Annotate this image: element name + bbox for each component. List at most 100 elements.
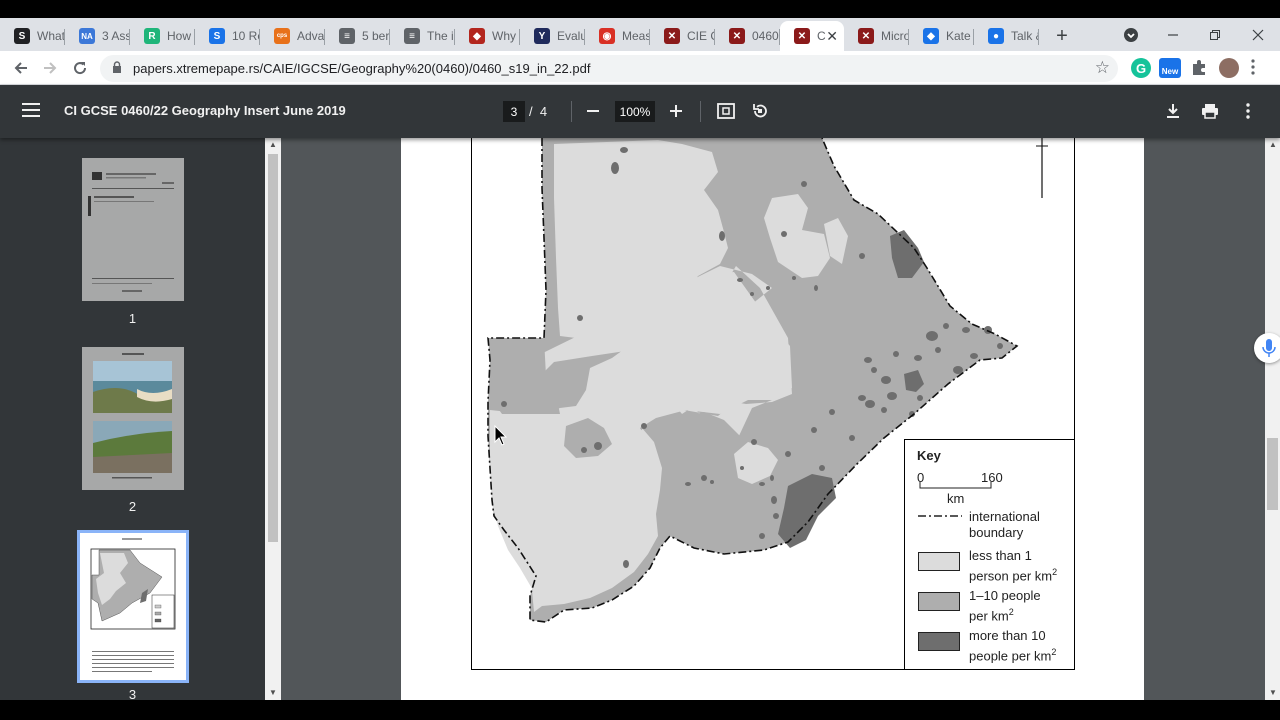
page-separator: / (529, 104, 533, 119)
tab-strip: S What NA 3 Ass R How S 10 Re cps Adva ≡ 5 ber ≡ The … (0, 18, 1280, 51)
key-item-low: less than 1 person per km2 (969, 548, 1057, 584)
address-bar[interactable]: papers.xtremepape.rs/CAIE/IGCSE/Geograph… (100, 55, 1118, 82)
key-item-high: more than 10 people per km2 (969, 628, 1056, 664)
cps-icon: cps (274, 28, 290, 44)
tab-title: Evalu (557, 29, 585, 43)
browser-tab[interactable]: S What (0, 21, 65, 51)
tab-title: How (167, 29, 192, 43)
browser-tab[interactable]: cps Adva (260, 21, 325, 51)
download-icon[interactable] (1160, 98, 1186, 124)
zoom-in-icon[interactable] (663, 98, 689, 124)
browser-tab[interactable]: R How (130, 21, 195, 51)
grammarly-icon[interactable]: G (1131, 58, 1151, 78)
y-icon: Y (534, 28, 550, 44)
close-tab-icon[interactable]: ✕ (826, 28, 838, 45)
tab-title: C (817, 29, 826, 43)
r-icon: R (144, 28, 160, 44)
tab-title: Meas (622, 29, 650, 43)
doc-icon: ≡ (339, 28, 355, 44)
new-tab-button[interactable]: + (1045, 21, 1079, 51)
doc-icon: ≡ (404, 28, 420, 44)
pdf-more-icon[interactable] (1235, 98, 1261, 124)
key-label: less than 1 (969, 548, 1032, 563)
viewer-scrollbar[interactable]: ▲ ▼ (1265, 138, 1280, 700)
scroll-down-icon[interactable]: ▼ (1269, 688, 1277, 697)
total-pages: 4 (539, 104, 548, 119)
scale-bar (919, 482, 992, 489)
browser-tab[interactable]: NA 3 Ass (65, 21, 130, 51)
browser-tab[interactable]: ≡ 5 ber (325, 21, 390, 51)
document-title: CI GCSE 0460/22 Geography Insert June 20… (64, 103, 346, 118)
svg-text:G: G (1136, 61, 1146, 76)
zoom-level-input[interactable]: 100% (615, 101, 655, 122)
browser-tab[interactable]: ✕ C ✕ (780, 21, 844, 51)
xp-icon: ✕ (729, 28, 745, 44)
browser-tab[interactable]: ◉ Meas (585, 21, 650, 51)
bookmark-star-icon[interactable]: ☆ (1095, 58, 1110, 78)
browser-tab[interactable]: ✕ Micro (844, 21, 909, 51)
restore-icon[interactable] (1194, 18, 1236, 51)
tab-title: Why (492, 29, 516, 43)
key-label: more than 10 (969, 628, 1046, 643)
sidebar-menu-icon[interactable] (22, 103, 40, 117)
extensions-puzzle-icon[interactable] (1190, 58, 1210, 78)
sidebar-scrollbar[interactable]: ▲ ▼ (265, 138, 281, 700)
fit-page-icon[interactable] (713, 98, 739, 124)
na-icon: NA (79, 28, 95, 44)
browser-tab[interactable]: Y Evalu (520, 21, 585, 51)
browser-menu-icon[interactable] (1250, 58, 1260, 78)
key-title: Key (917, 448, 941, 463)
swatch-low (918, 552, 960, 571)
rotate-icon[interactable] (747, 98, 773, 124)
tab-title: What (37, 29, 65, 43)
page-thumbnail-3[interactable] (77, 530, 189, 683)
xp-icon: ✕ (858, 28, 874, 44)
browser-tab[interactable]: ✕ 0460 (715, 21, 780, 51)
key-item-mid: 1–10 people per km2 (969, 588, 1041, 624)
tab-title: 5 ber (362, 29, 390, 43)
tab-search-icon[interactable] (1110, 18, 1152, 51)
new-extension-icon[interactable]: New (1159, 58, 1181, 78)
key-item-boundary: international boundary (969, 509, 1040, 541)
forward-icon[interactable] (37, 55, 63, 81)
key-label-2: people per km (969, 648, 1052, 664)
back-icon[interactable] (8, 55, 34, 81)
scroll-up-icon[interactable]: ▲ (269, 140, 277, 149)
print-icon[interactable] (1197, 98, 1223, 124)
screen-bottom-border (0, 700, 1280, 720)
scale-unit: km (947, 491, 965, 506)
tab-title: Talk & (1011, 29, 1039, 43)
minimize-icon[interactable] (1152, 18, 1194, 51)
browser-tab[interactable]: ◆ Why (455, 21, 520, 51)
xp-icon: ✕ (794, 28, 810, 44)
shield-icon: ◆ (469, 28, 485, 44)
s-icon: S (14, 28, 30, 44)
key-label: 1–10 people (969, 588, 1041, 603)
url-text: papers.xtremepape.rs/CAIE/IGCSE/Geograph… (133, 61, 591, 76)
voice-mic-icon[interactable] (1254, 333, 1280, 363)
sidebar-scroll-thumb[interactable] (268, 154, 278, 542)
tab-title: Adva (297, 29, 325, 43)
scroll-up-icon[interactable]: ▲ (1269, 140, 1277, 149)
browser-tab[interactable]: ≡ The ir (390, 21, 455, 51)
tab-title: Micro (881, 29, 909, 43)
viewer-scroll-thumb[interactable] (1267, 438, 1278, 510)
toolbar-divider (571, 101, 572, 122)
new-badge: New (1161, 67, 1179, 76)
zoom-out-icon[interactable] (580, 98, 606, 124)
browser-tab[interactable]: S 10 Re (195, 21, 260, 51)
browser-tab[interactable]: ◆ Kate (909, 21, 974, 51)
tab-title: 0460 (752, 29, 779, 43)
reload-icon[interactable] (67, 55, 93, 81)
page-thumbnail-2[interactable] (82, 347, 184, 490)
close-window-icon[interactable] (1237, 18, 1279, 51)
scroll-down-icon[interactable]: ▼ (269, 688, 277, 697)
page-number-input[interactable]: 3 (503, 101, 525, 122)
key-label-2: boundary (969, 525, 1024, 540)
browser-tab[interactable]: ● Talk & (974, 21, 1039, 51)
profile-avatar[interactable] (1219, 58, 1239, 78)
browser-tab[interactable]: ✕ CIE G (650, 21, 715, 51)
pdf-page: Key 0 160 km international boundary less … (401, 138, 1144, 700)
screen-top-border (0, 0, 1280, 18)
page-thumbnail-1[interactable] (82, 158, 184, 301)
